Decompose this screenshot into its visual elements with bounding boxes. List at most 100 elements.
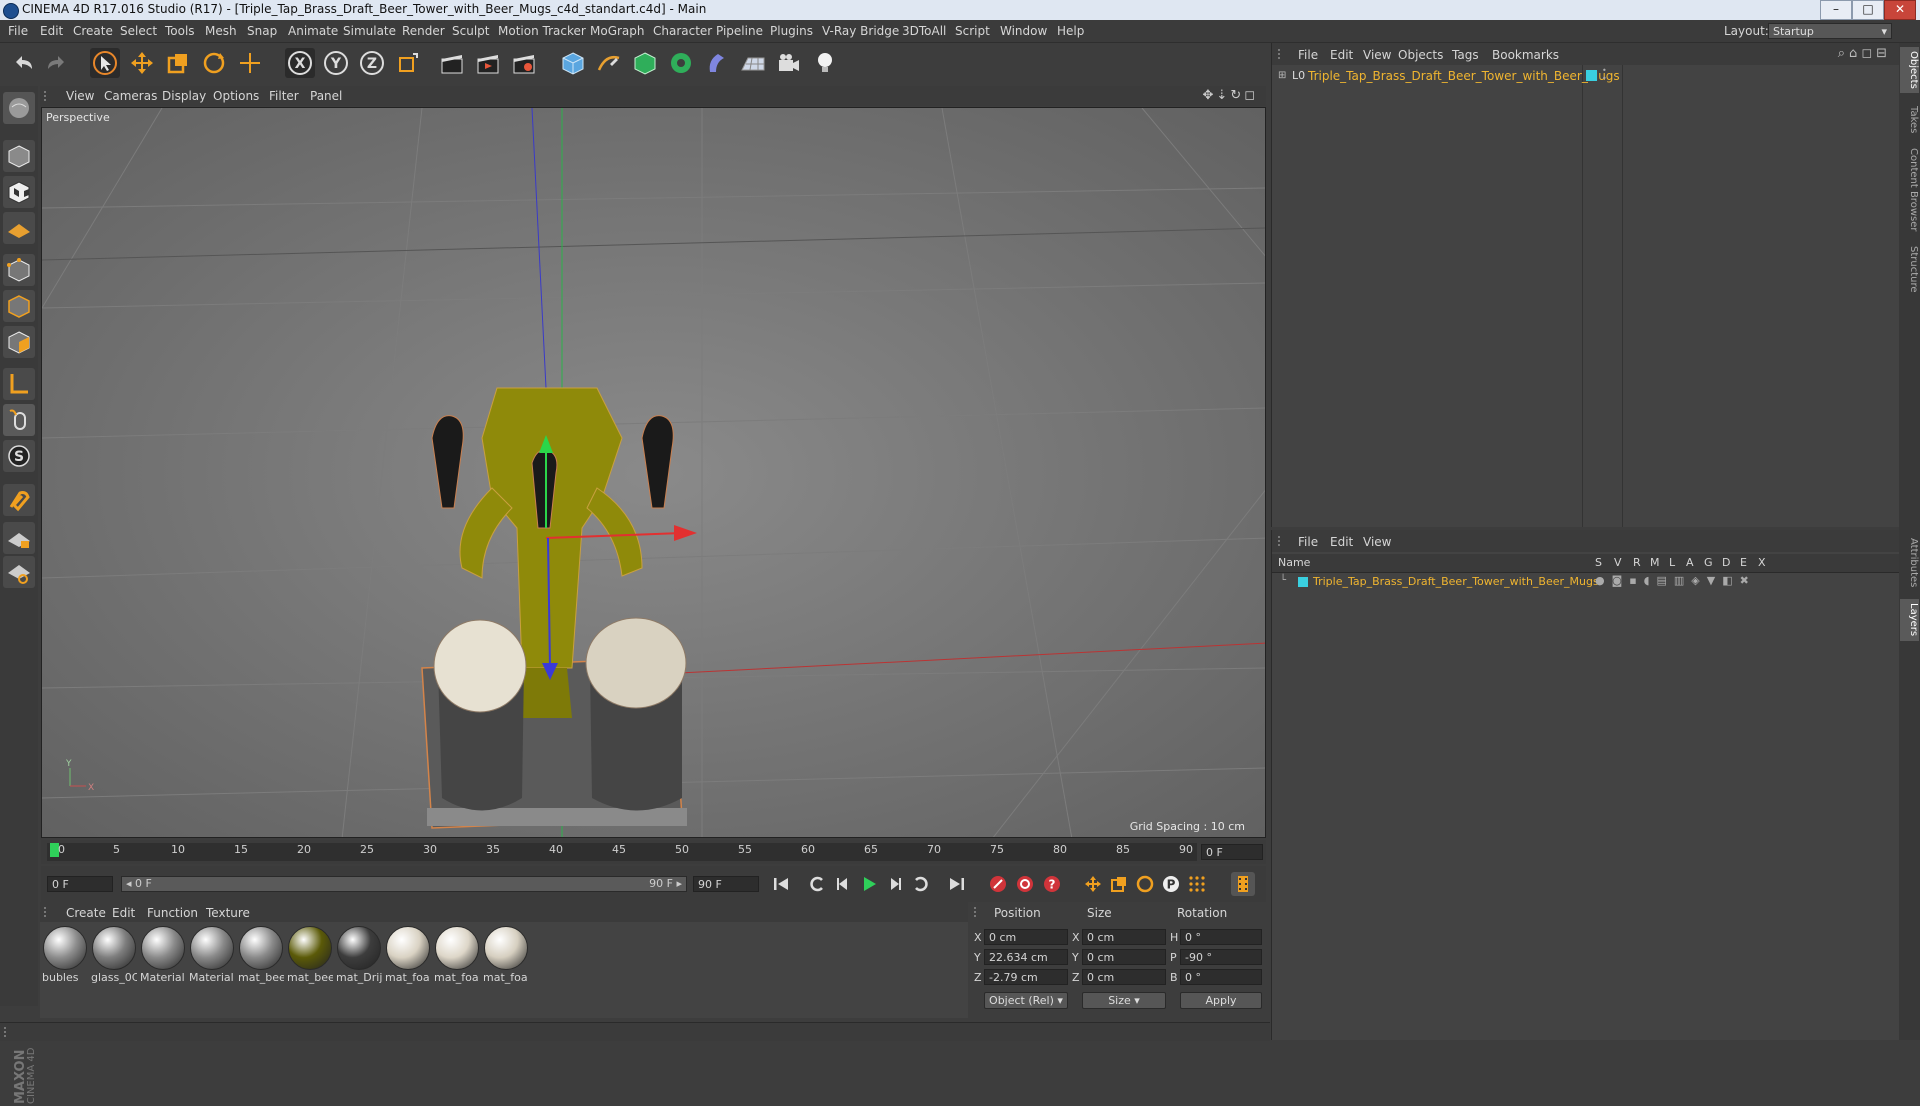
menu-simulate[interactable]: Simulate <box>343 24 396 38</box>
layer-row[interactable]: └ Triple_Tap_Brass_Draft_Beer_Tower_with… <box>1272 573 1899 591</box>
viewport-menu-cameras[interactable]: Cameras <box>104 89 157 103</box>
menu-edit[interactable]: Edit <box>40 24 63 38</box>
goto-next-key-button[interactable] <box>909 872 933 896</box>
live-selection-button[interactable] <box>90 48 120 78</box>
render-view-button[interactable] <box>437 48 467 78</box>
points-mode-button[interactable] <box>3 254 35 286</box>
add-floor-button[interactable] <box>738 48 768 78</box>
tweak-mode-button[interactable] <box>3 404 35 436</box>
start-frame-field[interactable]: 0 F <box>47 876 113 892</box>
goto-next-frame-button[interactable] <box>883 872 907 896</box>
workplane-mode-button[interactable] <box>3 212 35 244</box>
goto-start-button[interactable] <box>769 872 793 896</box>
menu-3dtoall[interactable]: 3DToAll <box>902 24 946 38</box>
add-camera-button[interactable] <box>774 48 804 78</box>
scale-tool-button[interactable] <box>163 48 193 78</box>
goto-end-button[interactable] <box>945 872 969 896</box>
object-item-root[interactable]: Triple_Tap_Brass_Draft_Beer_Tower_with_B… <box>1308 69 1620 83</box>
layer-color-swatch[interactable] <box>1298 577 1308 587</box>
pos-x-field[interactable]: 0 cm <box>984 929 1068 945</box>
axis-mode-button[interactable] <box>3 368 35 400</box>
menu-help[interactable]: Help <box>1057 24 1084 38</box>
size-mode-dropdown[interactable]: Size ▾ <box>1082 992 1166 1009</box>
objects-menu-file[interactable]: File <box>1298 48 1318 62</box>
z-axis-lock-button[interactable]: Z <box>357 48 387 78</box>
material-swatch[interactable]: mat_foa <box>483 926 529 984</box>
material-menu-function[interactable]: Function <box>147 906 198 920</box>
close-button[interactable]: ✕ <box>1884 0 1916 20</box>
minimize-button[interactable]: – <box>1820 0 1852 20</box>
workplane-snap-button[interactable] <box>3 556 35 588</box>
pos-y-field[interactable]: 22.634 cm <box>984 949 1068 965</box>
menu-create[interactable]: Create <box>73 24 113 38</box>
viewport-menu-options[interactable]: Options <box>213 89 259 103</box>
material-swatch[interactable]: bubles <box>42 926 88 984</box>
parameter-key-button[interactable]: P <box>1159 872 1183 896</box>
menu-plugins[interactable]: Plugins <box>770 24 813 38</box>
coordinate-system-button[interactable] <box>393 48 423 78</box>
workplane-lock-button[interactable] <box>3 522 35 554</box>
add-light-button[interactable] <box>810 48 840 78</box>
material-swatch[interactable]: mat_bee <box>287 926 333 984</box>
menu-animate[interactable]: Animate <box>288 24 338 38</box>
transform-tool-button[interactable] <box>235 48 265 78</box>
rot-b-field[interactable]: 0 ° <box>1180 969 1262 985</box>
material-swatch[interactable]: mat_bee <box>238 926 284 984</box>
timeline-ruler[interactable]: 0 5 10 15 20 25 30 35 40 45 50 55 60 65 … <box>41 840 1266 864</box>
tab-takes[interactable]: Takes <box>1900 103 1919 137</box>
material-menu-texture[interactable]: Texture <box>206 906 250 920</box>
menu-file[interactable]: File <box>8 24 28 38</box>
add-array-button[interactable] <box>666 48 696 78</box>
undo-button[interactable] <box>8 48 38 78</box>
maximize-button[interactable]: □ <box>1852 0 1884 20</box>
menu-pipeline[interactable]: Pipeline <box>716 24 763 38</box>
layer-name[interactable]: Triple_Tap_Brass_Draft_Beer_Tower_with_B… <box>1313 575 1599 588</box>
material-swatch[interactable]: mat_Drij <box>336 926 382 984</box>
goto-previous-key-button[interactable] <box>805 872 829 896</box>
material-menu-edit[interactable]: Edit <box>112 906 135 920</box>
objects-menu-tags[interactable]: Tags <box>1452 48 1479 62</box>
record-keys-button[interactable] <box>986 872 1010 896</box>
end-frame-field[interactable]: 90 F <box>693 876 759 892</box>
edges-mode-button[interactable] <box>3 290 35 322</box>
timeline-window-button[interactable] <box>1231 872 1255 896</box>
material-swatch[interactable]: Material <box>140 926 186 984</box>
add-spline-button[interactable] <box>594 48 624 78</box>
objects-menu-bookmarks[interactable]: Bookmarks <box>1492 48 1559 62</box>
add-cube-button[interactable] <box>558 48 588 78</box>
render-settings-button[interactable] <box>509 48 539 78</box>
size-x-field[interactable]: 0 cm <box>1082 929 1166 945</box>
tab-attributes[interactable]: Attributes <box>1900 535 1919 591</box>
model-mode-button[interactable] <box>3 140 35 172</box>
menu-select[interactable]: Select <box>120 24 157 38</box>
viewport-menu-display[interactable]: Display <box>162 89 206 103</box>
material-swatch[interactable]: mat_foa <box>434 926 480 984</box>
make-editable-button[interactable] <box>3 92 35 124</box>
tab-objects[interactable]: Objects <box>1900 47 1919 93</box>
viewport-perspective[interactable]: Y X Perspective Grid Spacing : 10 cm <box>41 107 1266 838</box>
pos-z-field[interactable]: -2.79 cm <box>984 969 1068 985</box>
layers-menu-view[interactable]: View <box>1363 535 1391 549</box>
add-deformer-button[interactable] <box>702 48 732 78</box>
layers-menu-file[interactable]: File <box>1298 535 1318 549</box>
viewport-menu-view[interactable]: View <box>66 89 94 103</box>
material-swatch[interactable]: Material <box>189 926 235 984</box>
layers-menu-edit[interactable]: Edit <box>1330 535 1353 549</box>
rotate-tool-button[interactable] <box>199 48 229 78</box>
tab-layers[interactable]: Layers <box>1900 599 1919 641</box>
redo-button[interactable] <box>42 48 72 78</box>
object-manager-search-icons[interactable]: ⌕⌂◻⊟ <box>1838 46 1891 61</box>
menu-motion-tracker[interactable]: Motion Tracker <box>498 24 586 38</box>
goto-previous-frame-button[interactable] <box>831 872 855 896</box>
material-swatch[interactable]: mat_foa <box>385 926 431 984</box>
autokeying-button[interactable] <box>1013 872 1037 896</box>
visibility-dots-icon[interactable]: • • <box>1602 67 1607 83</box>
menu-tools[interactable]: Tools <box>165 24 195 38</box>
coordinate-mode-dropdown[interactable]: Object (Rel) ▾ <box>984 992 1068 1009</box>
layer-flag-icons[interactable]: ●◙▪◖▤▥◈▼◧✖ <box>1595 574 1756 587</box>
rot-p-field[interactable]: -90 ° <box>1180 949 1262 965</box>
play-forward-button[interactable] <box>857 872 881 896</box>
y-axis-lock-button[interactable]: Y <box>321 48 351 78</box>
apply-button[interactable]: Apply <box>1180 992 1262 1009</box>
keyframe-selection-button[interactable]: ? <box>1040 872 1064 896</box>
